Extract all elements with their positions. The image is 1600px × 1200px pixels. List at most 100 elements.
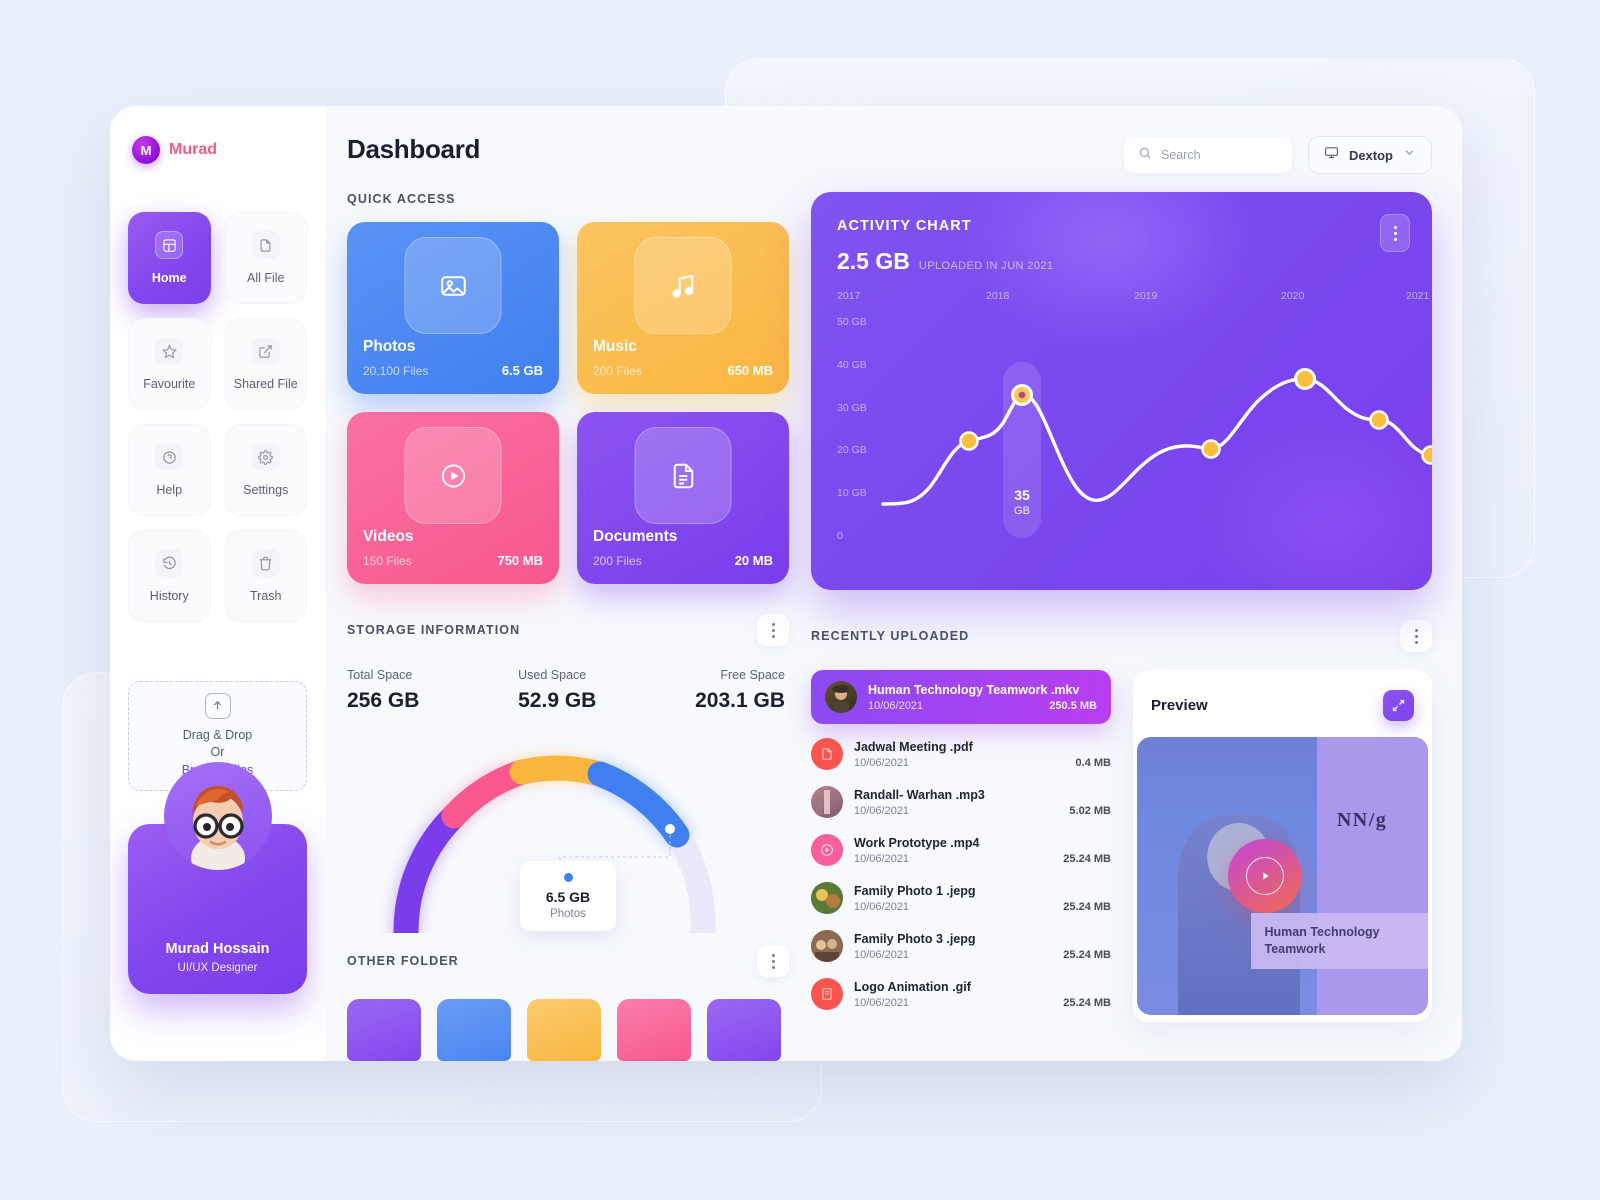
sidebar-item-help[interactable]: Help	[128, 424, 211, 516]
file-meta: 10/06/2021 25.24 MB	[854, 949, 1111, 961]
storage-menu-button[interactable]	[757, 614, 789, 646]
folder-card[interactable]	[617, 999, 691, 1061]
list-item[interactable]: Jadwal Meeting .pdf 10/06/2021 0.4 MB	[811, 730, 1111, 778]
card-meta: 150 Files 750 MB	[363, 553, 543, 568]
search-icon	[1138, 146, 1152, 165]
preview-panel: Preview NN/g Human Technology Teamwork	[1133, 670, 1432, 1022]
card-size: 750 MB	[497, 553, 543, 568]
file-size: 25.24 MB	[1063, 996, 1111, 1009]
folder-card[interactable]	[707, 999, 781, 1061]
quick-access-card-videos[interactable]: Videos 150 Files 750 MB	[347, 412, 559, 584]
share-icon	[251, 337, 280, 365]
card-size: 20 MB	[734, 553, 773, 568]
list-item-body: Work Prototype .mp4 10/06/2021 25.24 MB	[854, 836, 1111, 865]
search-box[interactable]	[1123, 137, 1292, 173]
list-item[interactable]: Human Technology Teamwork .mkv 10/06/202…	[811, 670, 1111, 724]
dashboard-body: QUICK ACCESS Photos 20,100 Files 6.5 GB …	[347, 192, 1432, 1061]
quick-access-grid: Photos 20,100 Files 6.5 GB Music 200 Fil…	[347, 222, 789, 584]
sidebar-item-settings[interactable]: Settings	[224, 424, 307, 516]
preview-media[interactable]: NN/g Human Technology Teamwork	[1137, 737, 1428, 1015]
chart-tooltip-value: 35	[1014, 487, 1030, 503]
play-icon[interactable]	[1228, 839, 1303, 913]
list-item[interactable]: Family Photo 3 .jepg 10/06/2021 25.24 MB	[811, 922, 1111, 970]
file-meta: 10/06/2021 25.24 MB	[854, 853, 1111, 865]
card-title: Documents	[593, 528, 678, 545]
card-files: 200 Files	[593, 364, 642, 378]
storage-gauge: 6.5 GB Photos	[347, 717, 789, 945]
sidebar-item-home[interactable]: Home	[128, 212, 211, 304]
card-title: Music	[593, 338, 637, 355]
recently-uploaded-menu-button[interactable]	[1400, 620, 1432, 652]
sidebar-item-all-file[interactable]: All File	[224, 212, 307, 304]
gif-icon	[811, 978, 843, 1010]
trash-icon	[251, 549, 280, 577]
sidebar-item-history[interactable]: History	[128, 530, 211, 622]
stat-free-space: Free Space 203.1 GB	[695, 668, 785, 713]
sidebar-item-favourite[interactable]: Favourite	[128, 318, 211, 410]
chart-tooltip: 35 GB	[992, 487, 1052, 517]
list-item[interactable]: Randall- Warhan .mp3 10/06/2021 5.02 MB	[811, 778, 1111, 826]
card-size: 650 MB	[727, 363, 773, 378]
page-title: Dashboard	[347, 134, 481, 164]
folder-card[interactable]	[437, 999, 511, 1061]
preview-header: Preview	[1133, 670, 1432, 737]
sidebar-item-label: Help	[156, 483, 183, 497]
file-name: Family Photo 1 .jepg	[854, 883, 976, 898]
search-input[interactable]	[1160, 148, 1278, 162]
stat-key: Free Space	[720, 668, 785, 682]
preview-right-panel	[1317, 737, 1428, 1015]
list-item[interactable]: Work Prototype .mp4 10/06/2021 25.24 MB	[811, 826, 1111, 874]
file-meta: 10/06/2021 25.24 MB	[854, 997, 1111, 1009]
profile-name: Murad Hossain	[165, 941, 270, 957]
expand-icon[interactable]	[1383, 690, 1414, 721]
file-name: Human Technology Teamwork .mkv	[868, 682, 1080, 697]
storage-label: STORAGE INFORMATION	[347, 623, 521, 637]
chart-menu-button[interactable]	[1380, 214, 1410, 252]
list-item-body: Logo Animation .gif 10/06/2021 25.24 MB	[854, 980, 1111, 1009]
music-icon	[634, 237, 732, 334]
list-item[interactable]: Family Photo 1 .jepg 10/06/2021 25.24 MB	[811, 874, 1111, 922]
list-item[interactable]: Logo Animation .gif 10/06/2021 25.24 MB	[811, 970, 1111, 1018]
stat-value: 256 GB	[347, 689, 420, 712]
list-item-body: Family Photo 1 .jepg 10/06/2021 25.24 MB	[854, 884, 1111, 913]
chart-title: ACTIVITY CHART	[837, 218, 972, 234]
list-item-body: Randall- Warhan .mp3 10/06/2021 5.02 MB	[854, 788, 1111, 817]
card-meta: 200 Files 650 MB	[593, 363, 773, 378]
file-name: Family Photo 3 .jepg	[854, 931, 976, 946]
right-column: ACTIVITY CHART 2.5 GB UPLOADED IN JUN 20…	[811, 192, 1432, 1061]
sidebar-item-trash[interactable]: Trash	[224, 530, 307, 622]
photo-thumb	[811, 786, 843, 818]
file-name: Logo Animation .gif	[854, 979, 971, 994]
stat-key: Used Space	[518, 668, 587, 682]
brand: M Murad	[128, 136, 307, 164]
sidebar-item-shared-file[interactable]: Shared File	[224, 318, 307, 410]
image-icon	[404, 237, 502, 334]
folder-card[interactable]	[527, 999, 601, 1061]
other-folder-menu-button[interactable]	[757, 945, 789, 977]
file-size: 0.4 MB	[1075, 756, 1111, 769]
file-date: 10/06/2021	[854, 804, 910, 817]
card-meta: 20,100 Files 6.5 GB	[363, 363, 543, 378]
stat-used-space: Used Space 52.9 GB	[518, 668, 596, 713]
upload-icon	[204, 692, 231, 719]
monitor-icon	[1324, 145, 1339, 165]
dropzone-line1: Drag & Drop	[182, 727, 253, 742]
quick-access-card-documents[interactable]: Documents 200 Files 20 MB	[577, 412, 789, 584]
card-size: 6.5 GB	[501, 363, 543, 378]
photo-thumb	[811, 882, 843, 914]
quick-access-card-photos[interactable]: Photos 20,100 Files 6.5 GB	[347, 222, 559, 394]
quick-access-card-music[interactable]: Music 200 Files 650 MB	[577, 222, 789, 394]
app-window: M Murad Home All File Favourite Shared F…	[110, 106, 1462, 1061]
card-title: Videos	[363, 528, 414, 545]
gear-icon	[251, 443, 280, 471]
profile-card: Murad Hossain UI/UX Designer	[128, 762, 307, 994]
file-size: 25.24 MB	[1063, 852, 1111, 865]
card-files: 150 Files	[363, 554, 412, 568]
screen: M Murad Home All File Favourite Shared F…	[0, 0, 1600, 1200]
stat-total-space: Total Space 256 GB	[347, 668, 419, 713]
folder-card[interactable]	[347, 999, 421, 1061]
sidebar-item-label: Trash	[250, 589, 282, 603]
device-selector[interactable]: Dextop	[1307, 136, 1432, 174]
device-label: Dextop	[1348, 147, 1393, 163]
sidebar: M Murad Home All File Favourite Shared F…	[110, 106, 325, 1061]
